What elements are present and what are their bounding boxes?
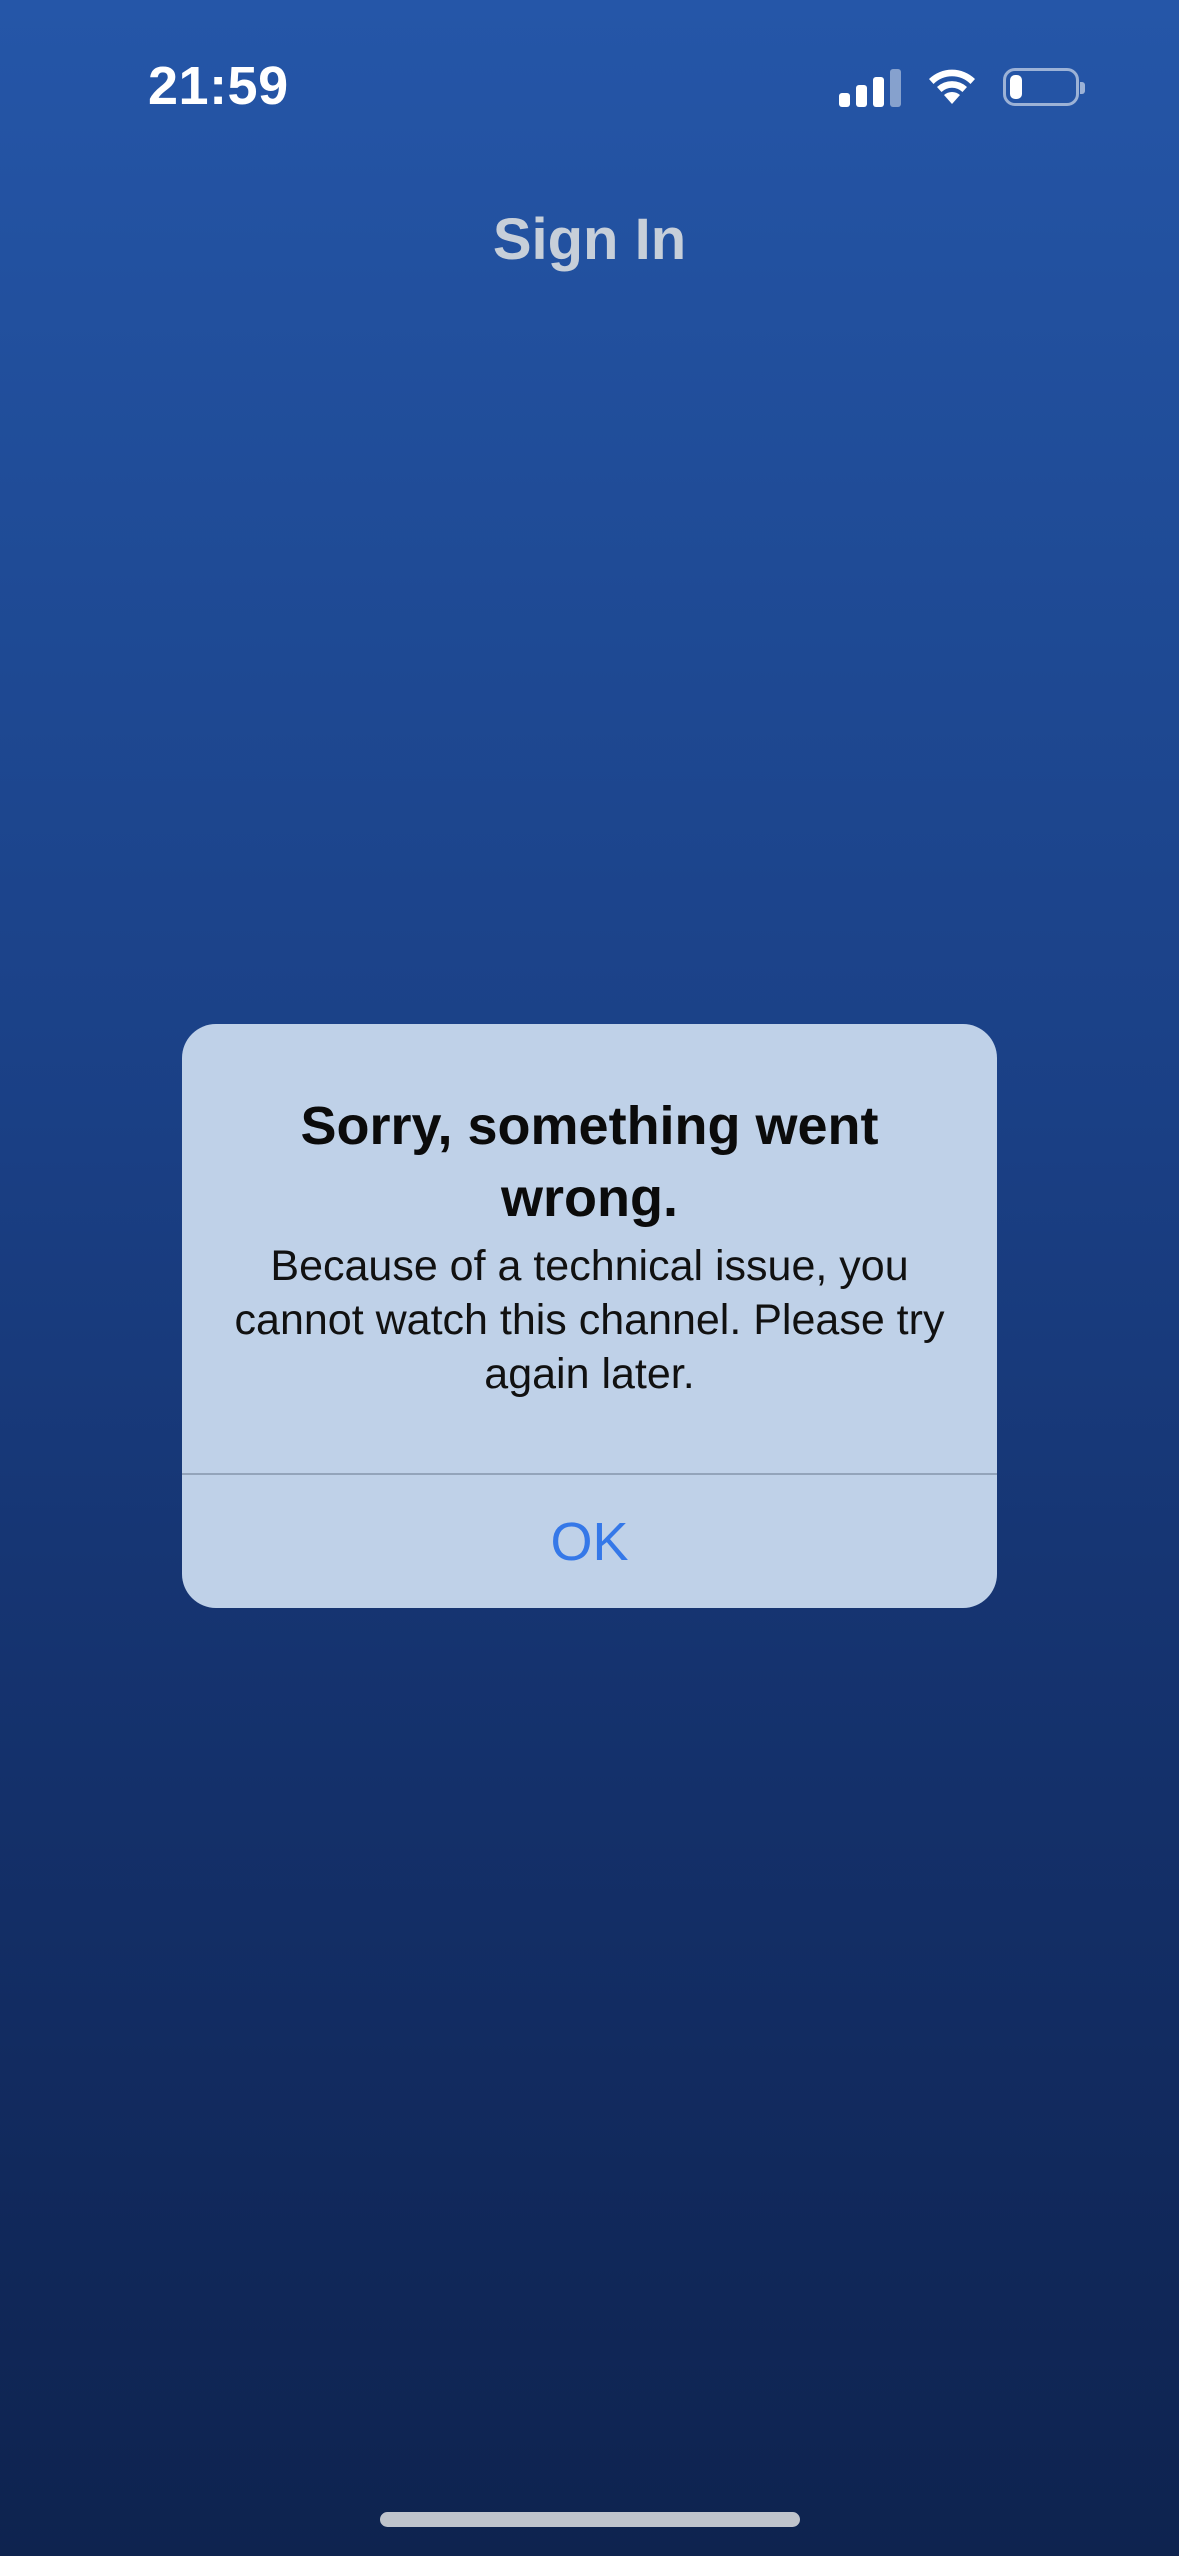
battery-fill <box>1010 75 1022 99</box>
status-icons <box>839 62 1085 112</box>
home-indicator[interactable] <box>380 2512 800 2527</box>
alert-message: Because of a technical issue, you cannot… <box>234 1242 945 1398</box>
page-title: Sign In <box>492 207 687 272</box>
alert-title: Sorry, something went wrong. <box>300 1096 879 1228</box>
battery-icon <box>1003 68 1085 106</box>
screen: 21:59 Sign In Sorry, something went wron… <box>0 0 1179 2556</box>
wifi-icon <box>929 69 975 104</box>
ok-button[interactable]: OK <box>182 1475 997 1608</box>
status-time: 21:59 <box>148 56 289 116</box>
error-alert-dialog: Sorry, something went wrong. Because of … <box>182 1024 997 1608</box>
cellular-signal-icon <box>839 67 901 107</box>
